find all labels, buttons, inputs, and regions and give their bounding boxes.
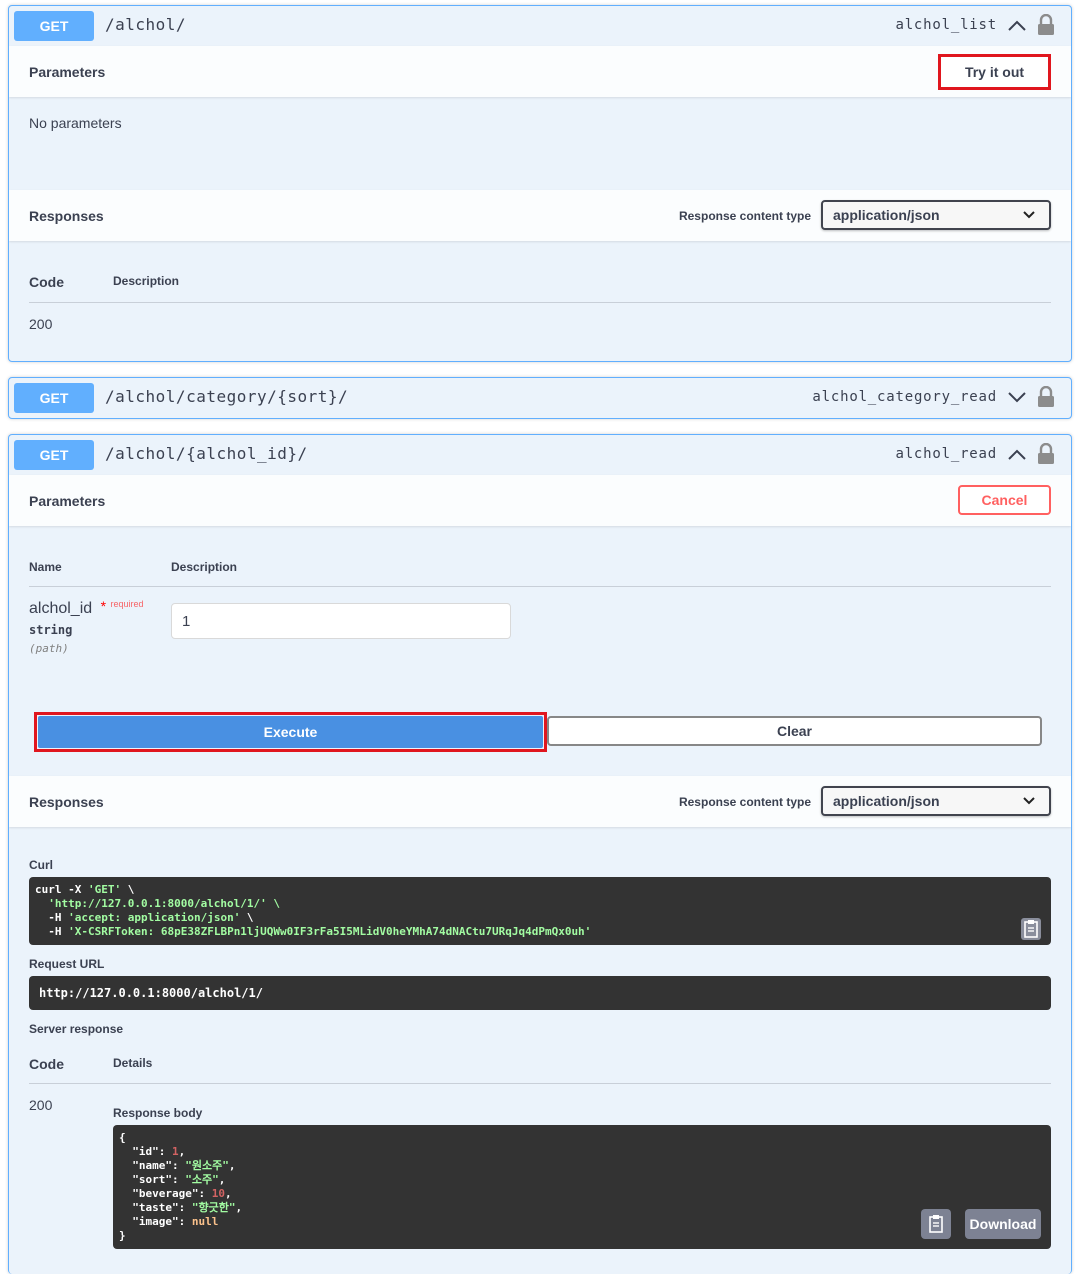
- curl-code-block: curl -X 'GET' \ 'http://127.0.0.1:8000/a…: [29, 877, 1051, 945]
- opblock-alchol-list: GET /alchol/ alchol_list Parameters Try …: [8, 5, 1072, 362]
- endpoint-path: /alchol/: [105, 15, 187, 34]
- responses-title: Responses: [29, 208, 104, 224]
- col-code-header: Code: [29, 1056, 64, 1072]
- parameters-title: Parameters: [29, 64, 106, 80]
- download-button[interactable]: Download: [965, 1209, 1041, 1239]
- curl-line: curl -X 'GET' \: [35, 883, 135, 896]
- parameters-header: Parameters Cancel: [9, 475, 1071, 526]
- chevron-down-icon: [1023, 211, 1035, 219]
- op-summary[interactable]: GET /alchol/ alchol_list: [9, 6, 1071, 46]
- param-type: string: [29, 623, 73, 637]
- json-field: "beverage": 10,: [119, 1187, 232, 1200]
- json-field: "name": "원소주",: [119, 1159, 236, 1172]
- parameters-header: Parameters Try it out: [9, 46, 1071, 97]
- no-parameters-text: No parameters: [29, 115, 122, 131]
- clear-button[interactable]: Clear: [547, 716, 1042, 746]
- response-body-label: Response body: [113, 1106, 203, 1120]
- request-url: http://127.0.0.1:8000/alchol/1/: [39, 986, 263, 1000]
- response-code: 200: [29, 1097, 53, 1113]
- content-type-select[interactable]: application/json: [821, 786, 1051, 816]
- chevron-down-icon: [1023, 797, 1035, 805]
- json-fields: "id": 1, "name": "원소주", "sort": "소주", "b…: [119, 1145, 1045, 1229]
- json-field: "image": null: [119, 1215, 219, 1228]
- json-field: "sort": "소주",: [119, 1173, 226, 1186]
- method-badge: GET: [14, 440, 94, 470]
- operation-id: alchol_read: [895, 446, 997, 462]
- op-summary[interactable]: GET /alchol/{alchol_id}/ alchol_read: [9, 435, 1071, 475]
- required-label: required: [110, 599, 144, 609]
- content-type-value: application/json: [833, 207, 940, 223]
- curl-label: Curl: [29, 858, 53, 872]
- content-type-value: application/json: [833, 793, 940, 809]
- lock-icon[interactable]: [1037, 386, 1055, 408]
- table-divider: [29, 1083, 1051, 1084]
- responses-header: Responses Response content type applicat…: [9, 776, 1071, 827]
- responses-title: Responses: [29, 794, 104, 810]
- content-type-select[interactable]: application/json: [821, 200, 1051, 230]
- param-location: (path): [29, 642, 69, 655]
- content-type-label: Response content type: [678, 795, 811, 809]
- request-url-block: http://127.0.0.1:8000/alchol/1/: [29, 976, 1051, 1010]
- alchol-id-input[interactable]: [171, 603, 511, 639]
- chevron-up-icon[interactable]: [1007, 446, 1027, 462]
- responses-header: Responses Response content type applicat…: [9, 190, 1071, 241]
- clipboard-icon: [929, 1215, 943, 1233]
- response-code: 200: [29, 316, 53, 332]
- opblock-alchol-category-read: GET /alchol/category/{sort}/ alchol_cate…: [8, 377, 1072, 419]
- copy-response-button[interactable]: [921, 1209, 951, 1239]
- col-name-header: Name: [29, 560, 62, 574]
- table-divider: [29, 586, 1051, 587]
- curl-line: -H 'accept: application/json' \: [35, 911, 254, 924]
- lock-icon[interactable]: [1037, 443, 1055, 465]
- param-name-text: alchol_id: [29, 600, 93, 617]
- param-name: alchol_id * required: [29, 598, 144, 618]
- clipboard-icon: [1024, 920, 1038, 938]
- endpoint-path: /alchol/{alchol_id}/: [105, 444, 308, 463]
- content-type-label: Response content type: [678, 209, 811, 223]
- curl-line: 'http://127.0.0.1:8000/alchol/1/' \: [35, 897, 281, 910]
- operation-id: alchol_category_read: [812, 389, 997, 405]
- col-code-header: Code: [29, 274, 64, 290]
- operation-id: alchol_list: [895, 17, 997, 33]
- chevron-down-icon[interactable]: [1007, 389, 1027, 405]
- parameters-title: Parameters: [29, 493, 106, 509]
- try-it-out-button[interactable]: Try it out: [938, 54, 1051, 90]
- response-body-block: { "id": 1, "name": "원소주", "sort": "소주", …: [113, 1125, 1051, 1249]
- table-divider: [29, 302, 1051, 303]
- cancel-button[interactable]: Cancel: [958, 485, 1051, 515]
- opblock-alchol-read: GET /alchol/{alchol_id}/ alchol_read Par…: [8, 434, 1072, 1274]
- server-response-label: Server response: [29, 1022, 124, 1036]
- col-details-header: Details: [113, 1056, 153, 1070]
- json-close-brace: }: [119, 1229, 126, 1242]
- copy-curl-button[interactable]: [1021, 918, 1041, 940]
- col-description-header: Description: [113, 274, 180, 288]
- method-badge: GET: [14, 11, 94, 41]
- json-field: "taste": "향긋한",: [119, 1201, 243, 1214]
- json-open-brace: {: [119, 1131, 126, 1144]
- required-star: *: [100, 598, 107, 614]
- curl-line: -H 'X-CSRFToken: 68pE38ZFLBPn1ljUQWw0IF3…: [35, 925, 592, 938]
- execute-button[interactable]: Execute: [38, 716, 543, 748]
- lock-icon[interactable]: [1037, 14, 1055, 36]
- endpoint-path: /alchol/category/{sort}/: [105, 387, 349, 406]
- json-field: "id": 1,: [119, 1145, 186, 1158]
- request-url-label: Request URL: [29, 957, 105, 971]
- chevron-up-icon[interactable]: [1007, 17, 1027, 33]
- col-description-header: Description: [171, 560, 238, 574]
- op-summary[interactable]: GET /alchol/category/{sort}/ alchol_cate…: [9, 378, 1071, 418]
- method-badge: GET: [14, 383, 94, 413]
